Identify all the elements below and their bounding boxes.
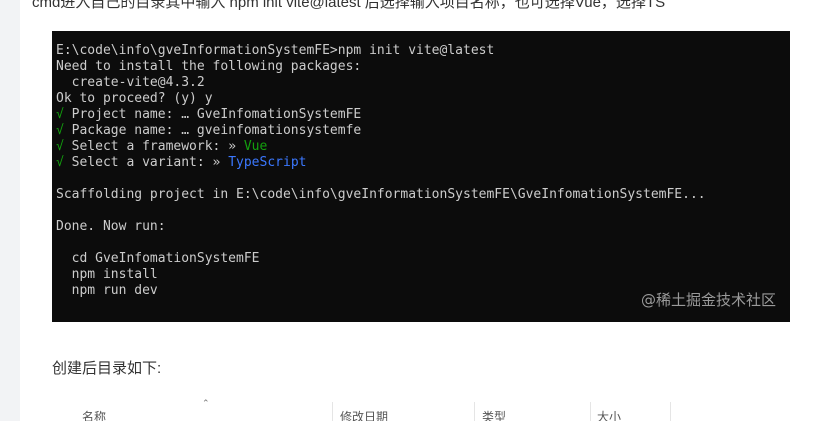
column-divider bbox=[332, 402, 333, 421]
file-explorer-header: ⌃ 名称 修改日期 类型 大小 bbox=[52, 396, 790, 421]
check-icon: √ bbox=[56, 155, 64, 170]
intro-paragraph: cmd进入自己的目录其中输入 npm init vite@latest 后选择输… bbox=[32, 0, 666, 11]
terminal-line: cd GveInfomationSystemFE bbox=[56, 251, 260, 266]
terminal-line: Scaffolding project in E:\code\info\gveI… bbox=[56, 187, 706, 202]
column-header-size[interactable]: 大小 bbox=[597, 408, 621, 421]
check-icon: √ bbox=[56, 107, 64, 122]
selected-option: Vue bbox=[243, 139, 268, 154]
check-icon: √ bbox=[56, 123, 64, 138]
column-header-name[interactable]: 名称 bbox=[82, 408, 106, 421]
column-divider bbox=[670, 402, 671, 421]
terminal-line: E:\code\info\gveInformationSystemFE>npm … bbox=[56, 43, 495, 58]
left-gutter bbox=[0, 0, 20, 421]
column-header-type[interactable]: 类型 bbox=[482, 408, 506, 421]
terminal-line: Ok to proceed? (y) y bbox=[56, 91, 213, 106]
check-icon: √ bbox=[56, 139, 64, 154]
terminal-line-colored: √ Select a framework: » Vue bbox=[56, 139, 268, 154]
terminal-line-colored: √ Select a variant: » TypeScript bbox=[56, 155, 307, 170]
terminal-line: create-vite@4.3.2 bbox=[56, 75, 205, 90]
terminal-line-colored: √ Package name: … gveinfomationsystemfe bbox=[56, 123, 362, 138]
terminal-screenshot: E:\code\info\gveInformationSystemFE>npm … bbox=[52, 31, 790, 322]
selected-option: TypeScript bbox=[228, 155, 307, 170]
terminal-line: Done. Now run: bbox=[56, 219, 166, 234]
sort-ascending-icon: ⌃ bbox=[202, 398, 210, 408]
directory-caption: 创建后目录如下: bbox=[52, 360, 162, 377]
column-divider bbox=[474, 402, 475, 421]
column-divider bbox=[590, 402, 591, 421]
column-header-modified[interactable]: 修改日期 bbox=[340, 408, 388, 421]
terminal-line: Need to install the following packages: bbox=[56, 59, 362, 74]
terminal-line: npm install bbox=[56, 267, 158, 282]
watermark: @稀土掘金技术社区 bbox=[640, 291, 776, 309]
terminal-line-colored: √ Project name: … GveInfomationSystemFE bbox=[56, 107, 362, 122]
